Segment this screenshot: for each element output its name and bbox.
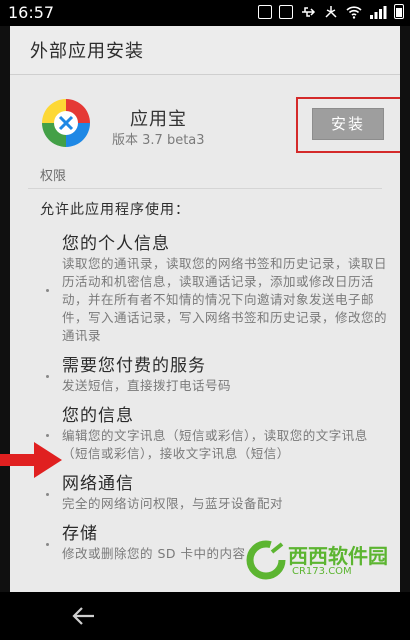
page-title: 外部应用安装	[30, 41, 144, 62]
permission-desc: 完全的网络访问权限，与蓝牙设备配对	[62, 496, 284, 511]
app-info: 应用宝 版本 3.7 beta3 安装	[10, 75, 400, 157]
permission-desc: 编辑您的文字讯息（短信或彩信），读取您的文字讯息（短信或彩信），接收文字讯息（短…	[62, 428, 368, 461]
bullet-icon	[46, 375, 49, 378]
install-highlight-frame: 安装	[296, 97, 400, 153]
usb-icon	[302, 6, 316, 17]
title-bar: 外部应用安装	[10, 26, 400, 75]
bullet-icon	[46, 434, 49, 437]
bullet-icon	[46, 493, 49, 496]
permission-title: 网络通信	[62, 474, 134, 494]
battery-icon	[394, 4, 404, 19]
red-arrow-annotation	[0, 442, 62, 478]
notification-icon	[279, 4, 293, 19]
signal-icon	[370, 5, 387, 19]
status-icons	[258, 4, 404, 19]
permission-title: 您的信息	[62, 406, 134, 426]
watermark-url: CR173.COM	[292, 566, 352, 577]
permission-desc: 读取您的通讯录，读取您的网络书签和历史记录，读取日历活动和机密信息，读取通话记录…	[62, 256, 388, 343]
install-screen: 外部应用安装 应用宝 版本 3.7 beta3 安装 权限 允许此应用程序使用：…	[10, 26, 400, 592]
debug-icon	[325, 5, 337, 18]
permissions-heading: 权限	[28, 157, 382, 189]
status-time: 16:57	[8, 3, 55, 22]
permission-item-network[interactable]: 网络通信 完全的网络访问权限，与蓝牙设备配对	[10, 473, 400, 513]
install-button[interactable]: 安装	[312, 108, 384, 140]
app-logo-icon	[42, 99, 90, 147]
permissions-intro: 允许此应用程序使用：	[40, 202, 190, 218]
watermark-brand: 西西软件园	[288, 544, 388, 568]
permission-title: 您的个人信息	[62, 234, 170, 254]
app-name: 应用宝	[130, 109, 187, 130]
navigation-bar	[0, 592, 410, 640]
permission-item-messages[interactable]: 您的信息 编辑您的文字讯息（短信或彩信），读取您的文字讯息（短信或彩信），接收文…	[10, 405, 400, 463]
permission-desc: 发送短信，直接拨打电话号码	[62, 378, 232, 393]
bullet-icon	[46, 543, 49, 546]
back-arrow-icon[interactable]	[68, 600, 100, 632]
bullet-icon	[46, 289, 49, 292]
status-bar: 16:57	[0, 0, 410, 26]
watermark: 西西软件园 CR173.COM	[246, 538, 410, 582]
permission-list: 您的个人信息 读取您的通讯录，读取您的网络书签和历史记录，读取日历活动和机密信息…	[10, 233, 400, 563]
screenshot-icon	[258, 4, 272, 19]
app-version: 版本 3.7 beta3	[112, 133, 205, 148]
permission-title: 需要您付费的服务	[62, 356, 206, 376]
permission-item-personal-info[interactable]: 您的个人信息 读取您的通讯录，读取您的网络书签和历史记录，读取日历活动和机密信息…	[10, 233, 400, 345]
wifi-icon	[346, 5, 362, 19]
permission-item-paid-services[interactable]: 需要您付费的服务 发送短信，直接拨打电话号码	[10, 355, 400, 395]
